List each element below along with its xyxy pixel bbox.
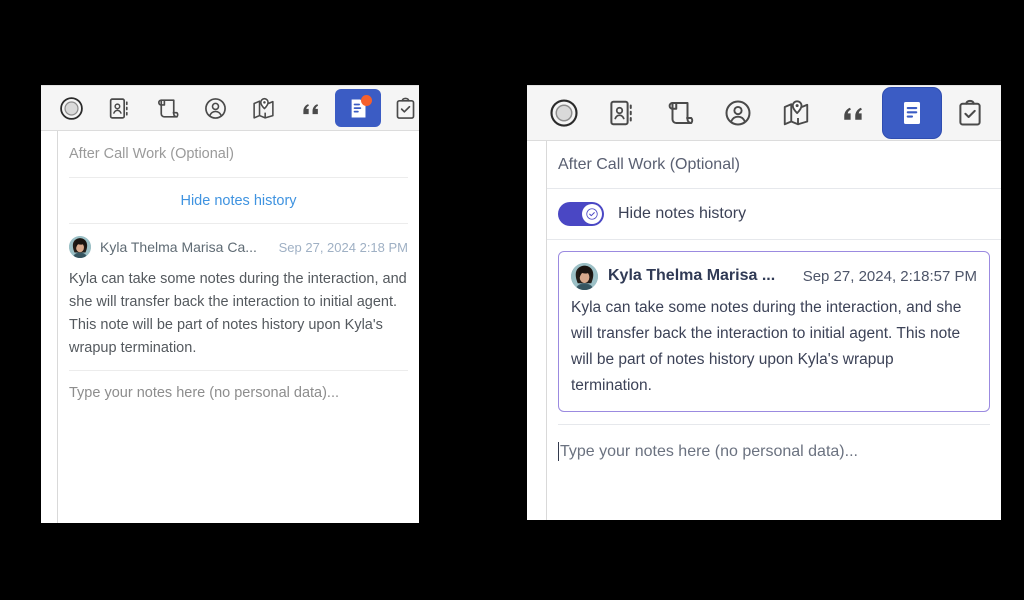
user-circle-icon	[723, 98, 753, 128]
left-panel-body: After Call Work (Optional) Hide notes hi…	[57, 131, 419, 523]
record-circle-icon	[59, 96, 84, 121]
quote-icon	[839, 98, 869, 128]
tab-contact[interactable]	[95, 90, 143, 126]
left-hide-notes-row: Hide notes history	[58, 178, 419, 223]
tab-notes[interactable]	[335, 89, 381, 127]
tab-location[interactable]	[767, 91, 825, 135]
left-notes-composer[interactable]: Type your notes here (no personal data).…	[69, 370, 408, 401]
right-panel-body: After Call Work (Optional) Hide notes hi…	[546, 141, 1001, 520]
right-note-header: Kyla Thelma Marisa ... Sep 27, 2024, 2:1…	[571, 261, 977, 291]
clipboard-check-icon	[393, 96, 418, 121]
notes-badge-dot	[361, 95, 372, 106]
record-circle-icon	[549, 98, 579, 128]
tab-contact[interactable]	[593, 91, 651, 135]
right-toolbar	[527, 85, 1001, 141]
tab-location[interactable]	[239, 90, 287, 126]
right-note-timestamp: Sep 27, 2024, 2:18:57 PM	[802, 267, 977, 285]
left-note-header: Kyla Thelma Marisa Ca... Sep 27, 2024 2:…	[69, 230, 408, 264]
tab-customer[interactable]	[709, 91, 767, 135]
tab-record[interactable]	[47, 90, 95, 126]
tab-tasks[interactable]	[381, 90, 419, 126]
tab-script[interactable]	[651, 91, 709, 135]
map-pin-icon	[781, 98, 811, 128]
hide-notes-history-label: Hide notes history	[618, 205, 747, 222]
quote-icon	[299, 96, 324, 121]
left-notes-panel: After Call Work (Optional) Hide notes hi…	[41, 85, 419, 523]
avatar	[69, 236, 91, 258]
right-notes-panel: After Call Work (Optional) Hide notes hi…	[527, 85, 1001, 520]
left-note-body: Kyla can take some notes during the inte…	[69, 271, 407, 356]
user-circle-icon	[203, 96, 228, 121]
tab-quote[interactable]	[825, 91, 883, 135]
text-cursor	[558, 442, 559, 461]
left-note-item: Kyla Thelma Marisa Ca... Sep 27, 2024 2:…	[58, 230, 419, 370]
left-divider-2	[69, 223, 408, 224]
avatar	[571, 262, 598, 290]
tab-notes[interactable]	[883, 88, 941, 138]
tab-record[interactable]	[535, 91, 593, 135]
right-notes-composer[interactable]: Type your notes here (no personal data).…	[558, 424, 990, 461]
map-pin-icon	[251, 96, 276, 121]
contact-book-icon	[607, 98, 637, 128]
right-hide-notes-row: Hide notes history	[547, 189, 1001, 240]
script-scroll-icon	[155, 96, 180, 121]
clipboard-check-icon	[955, 98, 985, 128]
tab-tasks[interactable]	[941, 91, 999, 135]
hide-notes-history-link[interactable]: Hide notes history	[180, 193, 296, 209]
toggle-knob	[582, 204, 602, 224]
right-composer-placeholder: Type your notes here (no personal data).…	[560, 442, 858, 460]
hide-notes-history-toggle[interactable]	[558, 202, 604, 226]
left-section-title: After Call Work (Optional)	[69, 146, 234, 162]
tab-quote[interactable]	[287, 90, 335, 126]
check-icon	[586, 208, 598, 220]
right-section-title: After Call Work (Optional)	[547, 141, 1001, 189]
left-note-timestamp: Sep 27, 2024 2:18 PM	[278, 239, 408, 255]
script-scroll-icon	[665, 98, 695, 128]
right-note-card: Kyla Thelma Marisa ... Sep 27, 2024, 2:1…	[558, 251, 990, 412]
left-toolbar	[41, 85, 419, 131]
notes-document-icon	[897, 98, 927, 128]
right-note-body: Kyla can take some notes during the inte…	[571, 299, 962, 394]
tab-customer[interactable]	[191, 90, 239, 126]
right-note-author: Kyla Thelma Marisa ...	[608, 267, 776, 284]
left-note-author: Kyla Thelma Marisa Ca...	[100, 239, 257, 255]
left-composer-placeholder: Type your notes here (no personal data).…	[69, 385, 340, 401]
contact-book-icon	[107, 96, 132, 121]
tab-script[interactable]	[143, 90, 191, 126]
